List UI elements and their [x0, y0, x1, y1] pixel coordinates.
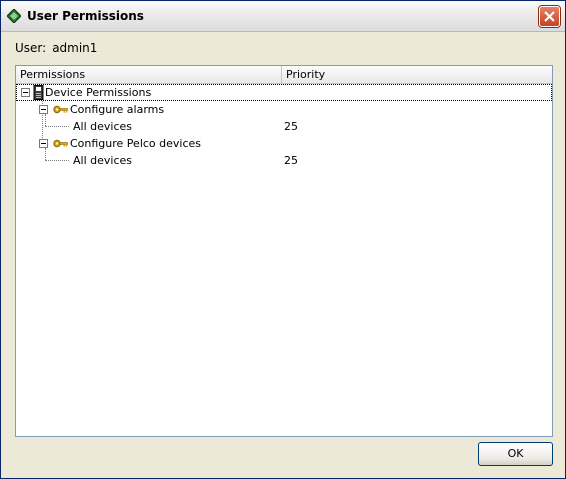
title-bar[interactable]: User Permissions: [1, 1, 565, 32]
collapse-toggle-icon[interactable]: [39, 139, 48, 148]
window-title: User Permissions: [27, 9, 144, 23]
tree-row-configure-pelco-devices[interactable]: Configure Pelco devices: [16, 135, 552, 152]
app-diamond-icon: [6, 8, 22, 24]
user-permissions-dialog: User Permissions User: admin1 Permissions…: [0, 0, 566, 479]
ok-button[interactable]: OK: [478, 442, 553, 466]
collapse-toggle-icon[interactable]: [21, 88, 30, 97]
tree-label-all-devices: All devices: [73, 154, 132, 167]
column-header-priority[interactable]: Priority: [282, 66, 552, 83]
key-icon: [53, 104, 68, 117]
user-info: User: admin1: [15, 41, 97, 55]
priority-value: 25: [284, 120, 298, 133]
column-header-permissions[interactable]: Permissions: [16, 66, 282, 83]
tree-label-device-permissions: Device Permissions: [45, 86, 152, 99]
tree-row-all-devices[interactable]: All devices 25: [16, 118, 552, 135]
tree-row-device-permissions[interactable]: Device Permissions: [16, 84, 552, 101]
tree-label-configure-pelco-devices: Configure Pelco devices: [70, 137, 202, 150]
table-header: Permissions Priority: [16, 66, 552, 84]
tree-row-all-devices[interactable]: All devices 25: [16, 152, 552, 169]
tree-row-configure-alarms[interactable]: Configure alarms: [16, 101, 552, 118]
key-icon: [53, 138, 68, 151]
tree-label-all-devices: All devices: [73, 120, 132, 133]
user-label: User:: [15, 41, 47, 55]
collapse-toggle-icon[interactable]: [39, 105, 48, 114]
user-value: admin1: [52, 41, 98, 55]
priority-value: 25: [284, 154, 298, 167]
tree-label-configure-alarms: Configure alarms: [70, 103, 165, 116]
close-button[interactable]: [539, 6, 560, 27]
close-icon: [544, 11, 555, 22]
permissions-tree: Device Permissions Configure alarms All …: [16, 84, 552, 434]
permissions-table: Permissions Priority Device Permissions …: [15, 65, 553, 437]
